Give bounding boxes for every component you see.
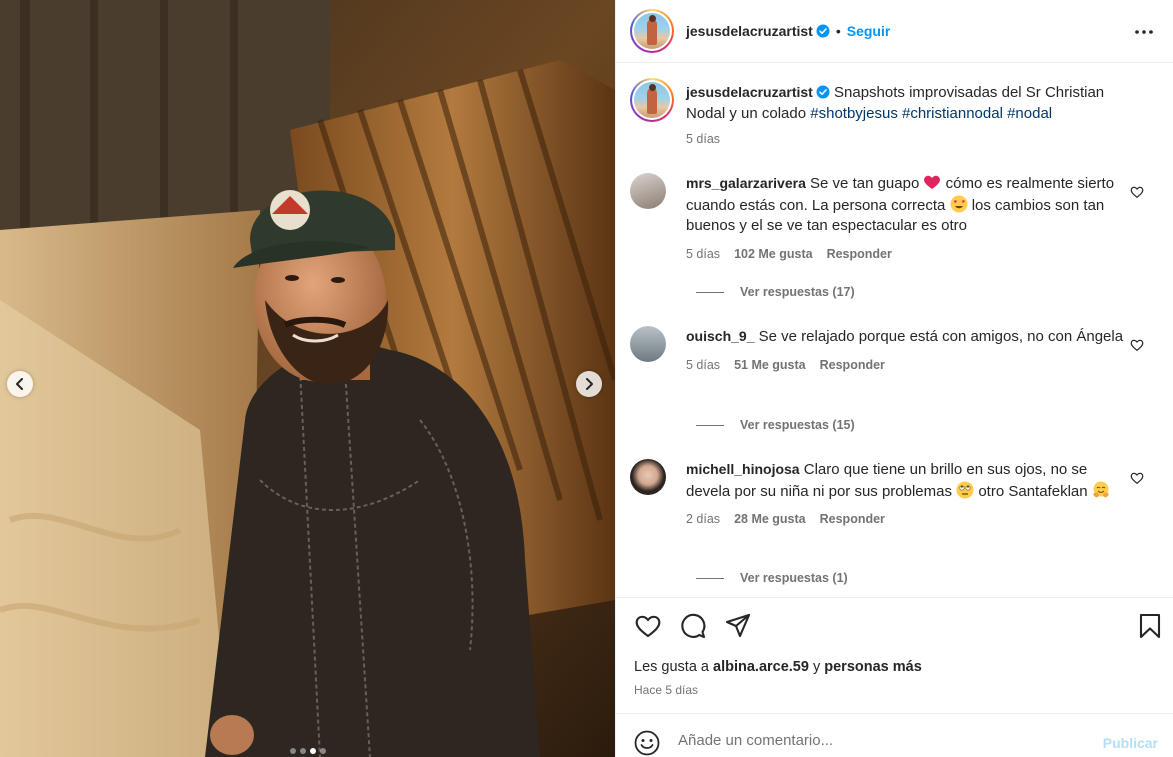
- replies-divider: [696, 577, 724, 579]
- post-header: jesusdelacruzartist • Seguir: [616, 0, 1173, 63]
- comment-time: 5 días: [686, 357, 721, 372]
- comment-text: Se ve relajado porque está con amigos, n…: [758, 328, 1124, 345]
- comments-list[interactable]: jesusdelacruzartist Snapshots improvisad…: [616, 64, 1173, 597]
- slide-dot: [299, 748, 306, 754]
- comment-item: mrs_galarzarivera Se ve tan guapo cómo e…: [630, 173, 1160, 264]
- verified-badge-icon: [816, 24, 830, 38]
- caption-username[interactable]: jesusdelacruzartist: [686, 84, 813, 100]
- post-dialog: jesusdelacruzartist • Seguir jesusdelacr…: [0, 0, 1173, 757]
- post-media: [0, 0, 615, 757]
- next-slide-button[interactable]: [576, 371, 602, 397]
- comment-text: otro Santafeklan: [978, 482, 1088, 500]
- comment-time: 5 días: [686, 246, 721, 261]
- chevron-right-icon: [586, 378, 593, 390]
- post-caption: jesusdelacruzartist Snapshots improvisad…: [630, 78, 1160, 150]
- view-replies-label: Ver respuestas (1): [740, 571, 848, 585]
- publish-button[interactable]: Publicar: [1103, 735, 1158, 751]
- reply-button[interactable]: Responder: [827, 244, 892, 265]
- view-replies-button[interactable]: Ver respuestas (1): [696, 571, 848, 585]
- likes-conjunction: y: [812, 659, 821, 675]
- replies-divider: [696, 424, 724, 426]
- view-replies-button[interactable]: Ver respuestas (17): [696, 285, 855, 299]
- view-replies-label: Ver respuestas (17): [740, 285, 855, 299]
- slide-indicator: [0, 748, 615, 754]
- follow-button[interactable]: Seguir: [847, 23, 891, 39]
- post-actions: Les gusta a albina.arce.59 y personas má…: [616, 597, 1173, 713]
- caption-time: 5 días: [686, 132, 721, 146]
- comment-time: 2 días: [686, 512, 721, 526]
- likes-summary[interactable]: Les gusta a albina.arce.59 y personas má…: [634, 659, 922, 675]
- hashtag-link[interactable]: #christiannodal: [902, 105, 1003, 122]
- view-replies-button[interactable]: Ver respuestas (15): [696, 418, 855, 432]
- replies-divider: [696, 291, 724, 293]
- comment-avatar[interactable]: [630, 326, 666, 362]
- verified-badge-icon: [816, 85, 830, 99]
- comment-username[interactable]: michell_hinojosa: [686, 461, 800, 477]
- reply-button[interactable]: Responder: [820, 509, 885, 530]
- post-photo: [0, 0, 615, 757]
- post-side-panel: jesusdelacruzartist • Seguir jesusdelacr…: [615, 0, 1173, 757]
- slide-dot: [289, 748, 296, 754]
- slide-dot-active: [309, 748, 316, 754]
- comment-likes-count[interactable]: 51 Me gusta: [734, 355, 806, 376]
- more-options-button[interactable]: [1132, 20, 1156, 44]
- more-horizontal-icon: [1135, 30, 1153, 34]
- previous-slide-button[interactable]: [7, 371, 33, 397]
- likes-others-link[interactable]: personas más: [824, 659, 922, 675]
- like-comment-heart-icon[interactable]: [1130, 471, 1144, 485]
- comment-input[interactable]: [678, 732, 1078, 749]
- reply-button[interactable]: Responder: [820, 355, 885, 376]
- hashtag-link[interactable]: #shotbyjesus: [810, 105, 898, 122]
- red-heart-emoji-icon: [924, 175, 941, 189]
- heart-icon[interactable]: [634, 612, 662, 640]
- comment-item: ouisch_9_ Se ve relajado porque está con…: [630, 326, 1160, 375]
- post-timestamp: Hace 5 días: [634, 683, 699, 697]
- chevron-left-icon: [16, 378, 23, 390]
- comment-icon[interactable]: [679, 612, 707, 640]
- share-icon[interactable]: [724, 612, 752, 640]
- heart-eyes-emoji-icon: [950, 195, 968, 212]
- likes-prefix: Les gusta a: [634, 659, 709, 675]
- comment-avatar[interactable]: [630, 173, 666, 209]
- comment-composer: Publicar: [616, 713, 1173, 757]
- liked-by-username[interactable]: albina.arce.59: [713, 659, 809, 675]
- header-user: jesusdelacruzartist • Seguir: [686, 23, 890, 39]
- comment-username[interactable]: ouisch_9_: [686, 328, 754, 344]
- view-replies-label: Ver respuestas (15): [740, 418, 855, 432]
- comment-text: Se ve tan guapo: [810, 175, 920, 192]
- like-comment-heart-icon[interactable]: [1130, 185, 1144, 199]
- rolling-eyes-emoji-icon: [956, 481, 974, 498]
- hashtag-link[interactable]: #nodal: [1007, 105, 1052, 122]
- caption-avatar[interactable]: [630, 78, 674, 122]
- comment-username[interactable]: mrs_galarzarivera: [686, 175, 806, 191]
- separator-dot: •: [835, 23, 841, 39]
- emoji-picker-icon[interactable]: [634, 730, 660, 756]
- comment-likes-count[interactable]: 28 Me gusta: [734, 509, 806, 530]
- author-username[interactable]: jesusdelacruzartist: [686, 23, 813, 39]
- comment-item: michell_hinojosa Claro que tiene un bril…: [630, 459, 1160, 530]
- comment-avatar[interactable]: [630, 459, 666, 495]
- slide-dot: [319, 748, 326, 754]
- hugging-face-emoji-icon: [1092, 481, 1109, 497]
- comment-likes-count[interactable]: 102 Me gusta: [734, 244, 813, 265]
- author-avatar[interactable]: [630, 9, 674, 53]
- like-comment-heart-icon[interactable]: [1130, 338, 1144, 352]
- bookmark-icon[interactable]: [1136, 612, 1164, 640]
